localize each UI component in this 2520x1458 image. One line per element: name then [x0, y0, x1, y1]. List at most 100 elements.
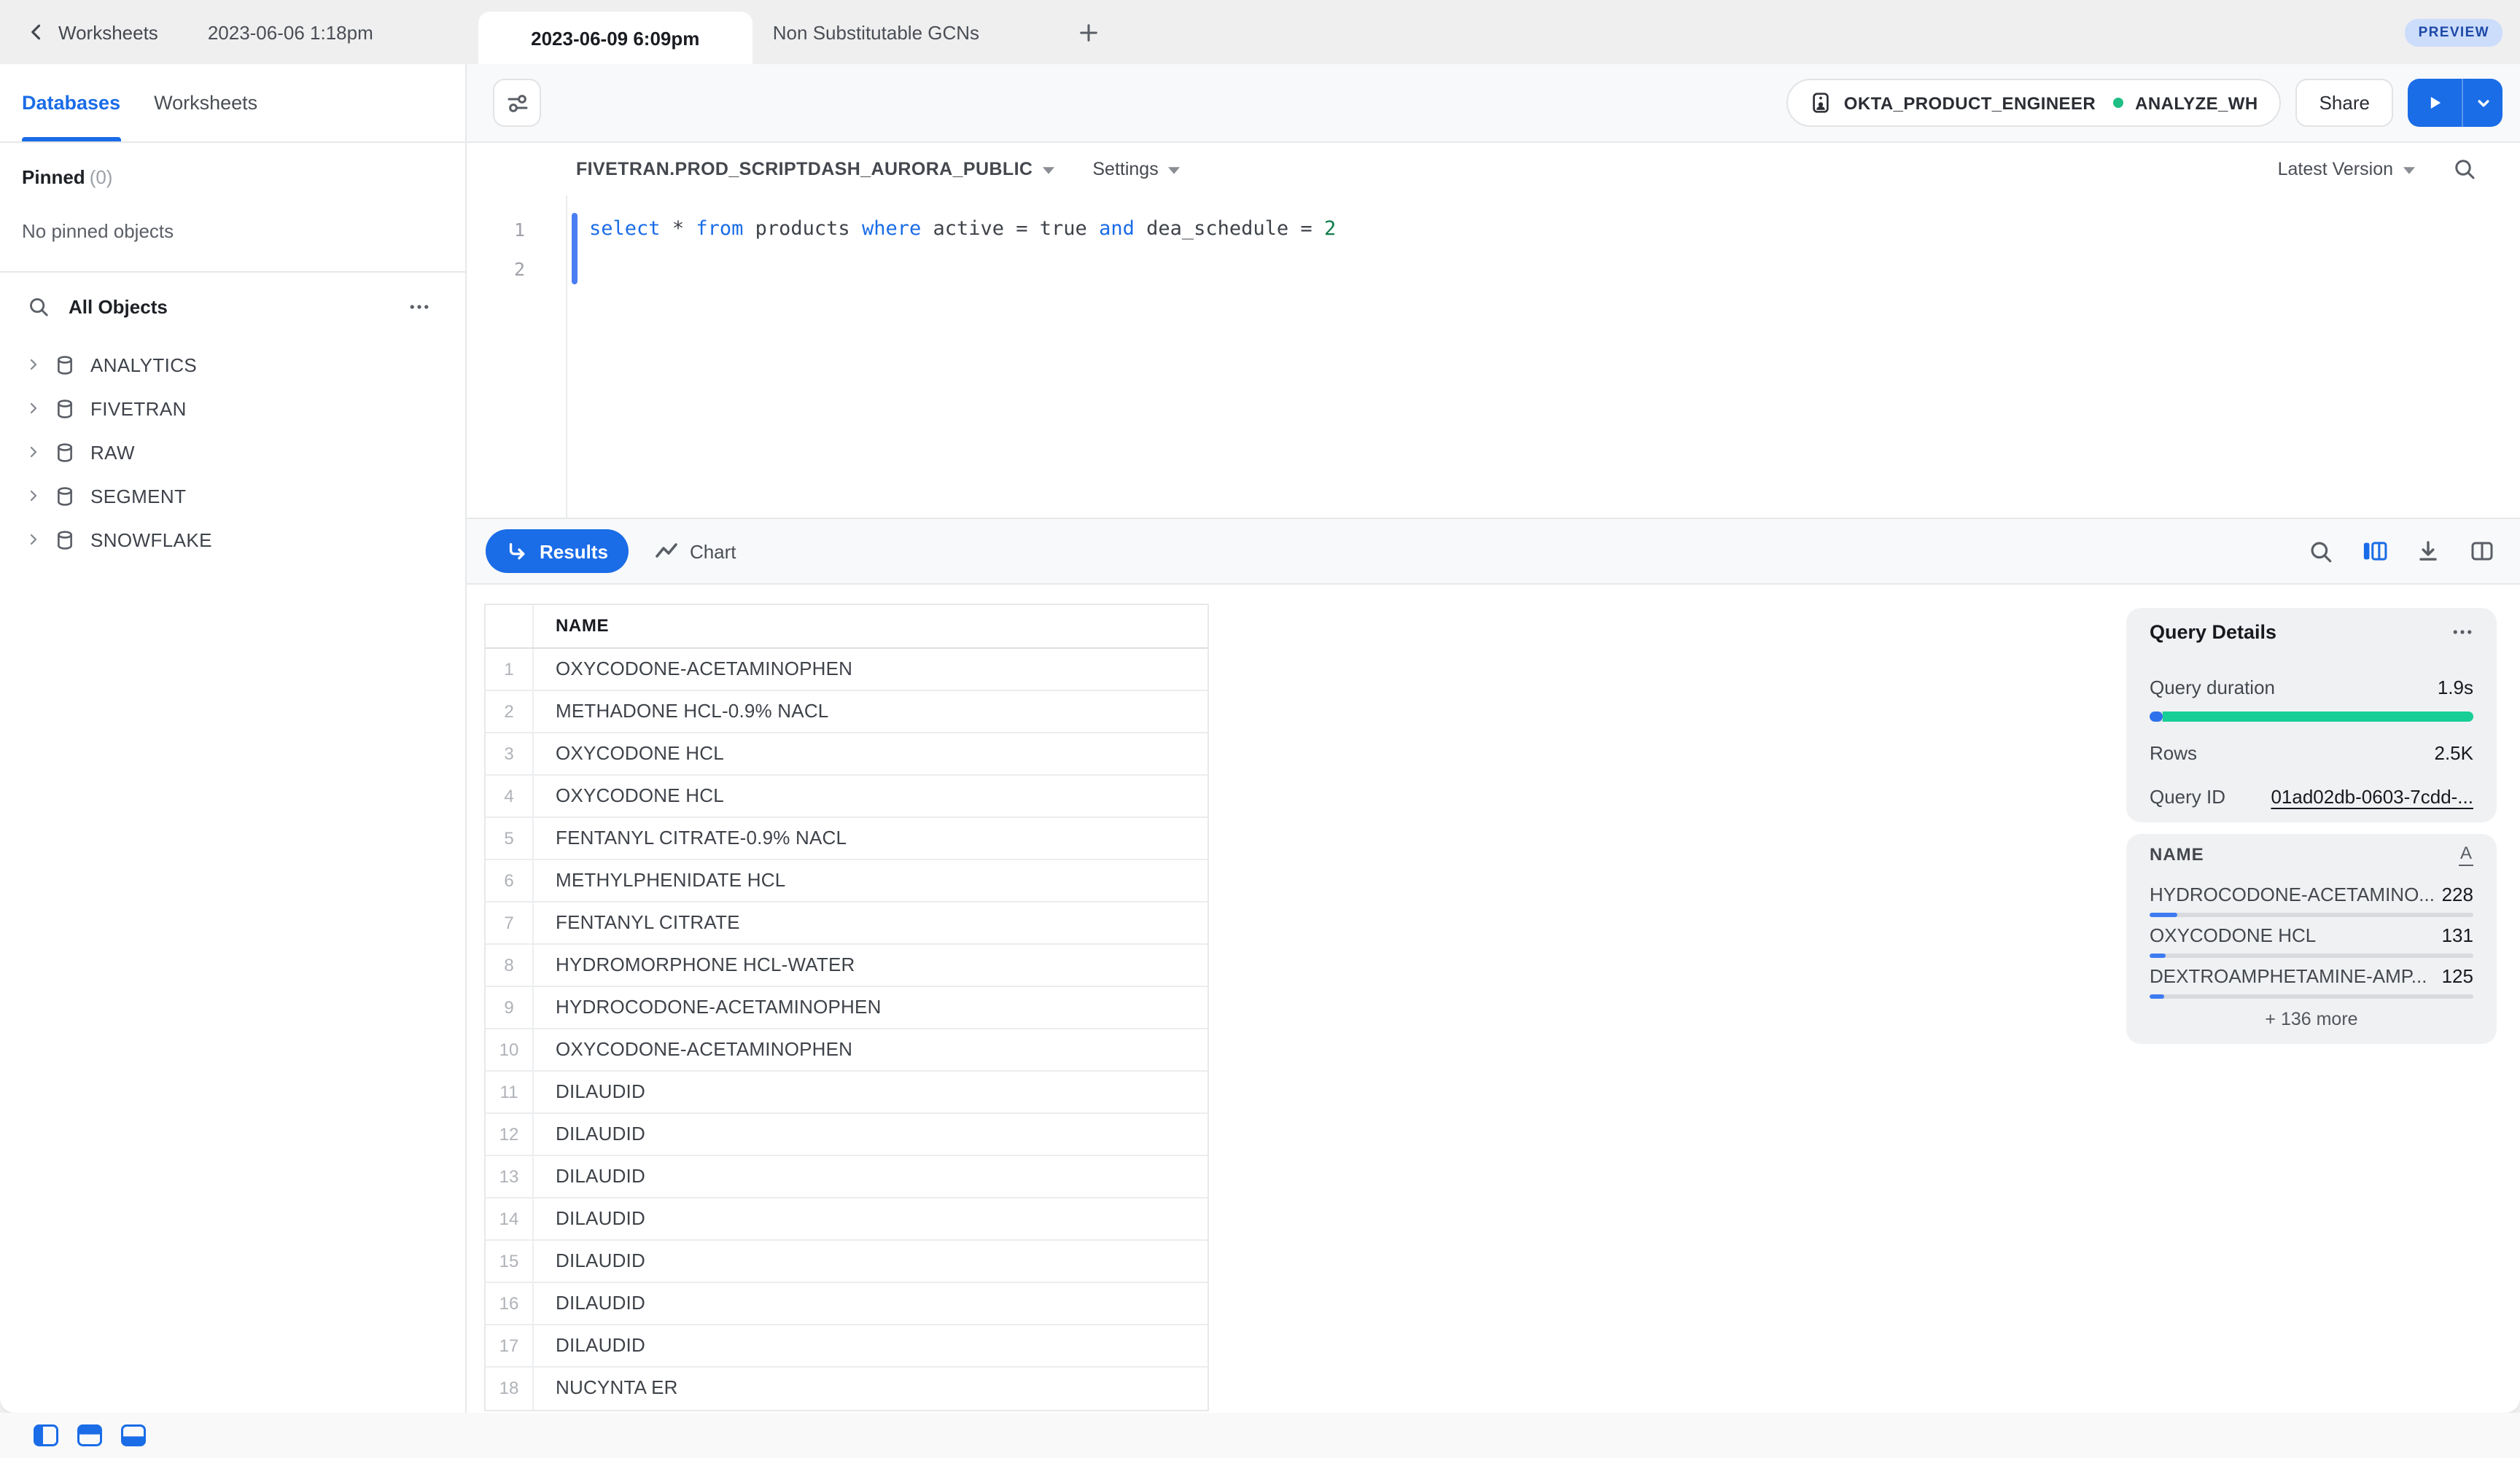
- name-column-header[interactable]: NAME: [534, 605, 609, 647]
- table-row[interactable]: 1OXYCODONE-ACETAMINOPHEN: [486, 649, 1208, 691]
- column-stat-item[interactable]: OXYCODONE HCL131: [2150, 921, 2473, 958]
- toggle-sidebar-panel-button[interactable]: [34, 1424, 58, 1446]
- toggle-editor-panel-button[interactable]: [77, 1424, 102, 1446]
- toggle-results-panel-button[interactable]: [121, 1424, 146, 1446]
- new-worksheet-button[interactable]: [1071, 15, 1106, 50]
- row-number: 14: [486, 1198, 534, 1239]
- stat-value-name: HYDROCODONE-ACETAMINO...: [2150, 883, 2435, 905]
- all-objects-menu-icon[interactable]: [408, 295, 430, 317]
- table-row[interactable]: 15DILAUDID: [486, 1241, 1208, 1283]
- name-cell[interactable]: METHADONE HCL-0.9% NACL: [534, 691, 828, 732]
- worksheet-tab-active[interactable]: 2023-06-09 6:09pm: [478, 12, 752, 64]
- database-icon: [54, 529, 76, 550]
- download-icon: [2416, 539, 2440, 563]
- database-tree-item[interactable]: SEGMENT: [0, 474, 465, 518]
- table-row[interactable]: 8HYDROMORPHONE HCL-WATER: [486, 945, 1208, 987]
- column-stat-item[interactable]: HYDROCODONE-ACETAMINO...228: [2150, 881, 2473, 917]
- sql-token-plain: active = true: [921, 217, 1099, 241]
- run-options-button[interactable]: [2462, 79, 2502, 127]
- table-row[interactable]: 12DILAUDID: [486, 1114, 1208, 1156]
- database-tree-item[interactable]: SNOWFLAKE: [0, 518, 465, 561]
- tab-results[interactable]: Results: [486, 529, 629, 573]
- editor-context-row: FIVETRAN.PROD_SCRIPTDASH_AURORA_PUBLIC S…: [467, 143, 2520, 195]
- code-area[interactable]: select * from products where active = tr…: [567, 195, 2520, 518]
- table-row[interactable]: 6METHYLPHENIDATE HCL: [486, 860, 1208, 903]
- name-cell[interactable]: METHYLPHENIDATE HCL: [534, 860, 785, 901]
- name-cell[interactable]: NUCYNTA ER: [534, 1368, 678, 1410]
- table-row[interactable]: 18NUCYNTA ER: [486, 1368, 1208, 1410]
- chevron-right-icon[interactable]: [25, 531, 42, 548]
- query-id-link[interactable]: 01ad02db-0603-7cdd-...: [2271, 785, 2473, 807]
- name-cell[interactable]: OXYCODONE-ACETAMINOPHEN: [534, 649, 852, 690]
- sidebar-tab-databases[interactable]: Databases: [22, 64, 120, 141]
- database-schema-selector[interactable]: FIVETRAN.PROD_SCRIPTDASH_AURORA_PUBLIC: [576, 159, 1054, 179]
- name-cell[interactable]: OXYCODONE-ACETAMINOPHEN: [534, 1029, 852, 1070]
- column-stats-list: HYDROCODONE-ACETAMINO...228 OXYCODONE HCL…: [2150, 881, 2473, 999]
- table-row[interactable]: 2METHADONE HCL-0.9% NACL: [486, 691, 1208, 733]
- chevron-right-icon[interactable]: [25, 399, 42, 417]
- table-row[interactable]: 7FENTANYL CITRATE: [486, 903, 1208, 945]
- table-row[interactable]: 17DILAUDID: [486, 1325, 1208, 1368]
- sql-editor[interactable]: 12 select * from products where active =…: [467, 195, 2520, 518]
- sort-alpha-icon[interactable]: A: [2459, 843, 2473, 865]
- sidebar-tab-worksheets[interactable]: Worksheets: [154, 64, 257, 141]
- columns-panel-button[interactable]: [2360, 537, 2389, 566]
- database-icon: [54, 441, 76, 463]
- table-row[interactable]: 13DILAUDID: [486, 1156, 1208, 1198]
- run-button[interactable]: [2408, 79, 2462, 127]
- name-cell[interactable]: DILAUDID: [534, 1156, 645, 1197]
- split-view-button[interactable]: [2468, 537, 2497, 566]
- database-name: ANALYTICS: [90, 354, 197, 375]
- table-row[interactable]: 4OXYCODONE HCL: [486, 776, 1208, 818]
- database-tree: ANALYTICS FIVETRANRAWSEGMENTSNOWFLAKE: [0, 340, 465, 561]
- warehouse-name: ANALYZE_WH: [2135, 93, 2258, 113]
- worksheet-tab[interactable]: 2023-06-06 1:18pm: [208, 21, 373, 43]
- name-cell[interactable]: OXYCODONE HCL: [534, 776, 724, 816]
- search-icon: [2308, 539, 2333, 564]
- search-icon[interactable]: [28, 295, 50, 317]
- tab-chart[interactable]: Chart: [655, 539, 736, 563]
- name-cell[interactable]: DILAUDID: [534, 1114, 645, 1155]
- stat-bar: [2150, 994, 2473, 999]
- name-cell[interactable]: OXYCODONE HCL: [534, 733, 724, 774]
- name-cell[interactable]: HYDROCODONE-ACETAMINOPHEN: [534, 987, 882, 1028]
- table-row[interactable]: 14DILAUDID: [486, 1198, 1208, 1241]
- name-cell[interactable]: DILAUDID: [534, 1283, 645, 1324]
- chevron-right-icon[interactable]: [25, 356, 42, 373]
- more-values-link[interactable]: + 136 more: [2150, 1009, 2473, 1029]
- name-cell[interactable]: DILAUDID: [534, 1072, 645, 1112]
- role-warehouse-selector[interactable]: OKTA_PRODUCT_ENGINEER ANALYZE_WH: [1787, 79, 2282, 127]
- name-cell[interactable]: DILAUDID: [534, 1198, 645, 1239]
- table-row[interactable]: 3OXYCODONE HCL: [486, 733, 1208, 776]
- table-row[interactable]: 5FENTANYL CITRATE-0.9% NACL: [486, 818, 1208, 860]
- table-row[interactable]: 16DILAUDID: [486, 1283, 1208, 1325]
- name-cell[interactable]: HYDROMORPHONE HCL-WATER: [534, 945, 855, 986]
- download-results-button[interactable]: [2414, 537, 2443, 566]
- plus-icon: [1078, 21, 1100, 43]
- name-cell[interactable]: FENTANYL CITRATE-0.9% NACL: [534, 818, 847, 859]
- database-tree-item[interactable]: FIVETRAN: [0, 386, 465, 430]
- table-row[interactable]: 11DILAUDID: [486, 1072, 1208, 1114]
- worksheet-tab[interactable]: Non Substitutable GCNs: [773, 21, 979, 43]
- column-stat-item[interactable]: DEXTROAMPHETAMINE-AMP...125: [2150, 962, 2473, 999]
- name-cell[interactable]: DILAUDID: [534, 1241, 645, 1282]
- version-dropdown[interactable]: Latest Version: [2278, 159, 2415, 179]
- name-cell[interactable]: FENTANYL CITRATE: [534, 903, 740, 943]
- results-search-button[interactable]: [2306, 537, 2335, 566]
- chevron-right-icon[interactable]: [25, 487, 42, 504]
- database-tree-item[interactable]: ANALYTICS: [0, 343, 465, 386]
- back-to-worksheets[interactable]: Worksheets: [26, 21, 158, 43]
- database-tree-item[interactable]: RAW: [0, 430, 465, 474]
- row-number: 8: [486, 945, 534, 986]
- pinned-empty-text: No pinned objects: [22, 220, 443, 242]
- table-row[interactable]: 10OXYCODONE-ACETAMINOPHEN: [486, 1029, 1208, 1072]
- name-cell[interactable]: DILAUDID: [534, 1325, 645, 1366]
- table-row[interactable]: 9HYDROCODONE-ACETAMINOPHEN: [486, 987, 1208, 1029]
- editor-format-options-button[interactable]: [493, 79, 541, 127]
- results-table[interactable]: NAME1OXYCODONE-ACETAMINOPHEN2METHADONE H…: [484, 604, 1209, 1411]
- query-details-menu-icon[interactable]: [2451, 620, 2473, 642]
- settings-dropdown[interactable]: Settings: [1092, 159, 1180, 179]
- share-button[interactable]: Share: [2296, 79, 2393, 127]
- editor-search-button[interactable]: [2453, 157, 2476, 181]
- chevron-right-icon[interactable]: [25, 443, 42, 461]
